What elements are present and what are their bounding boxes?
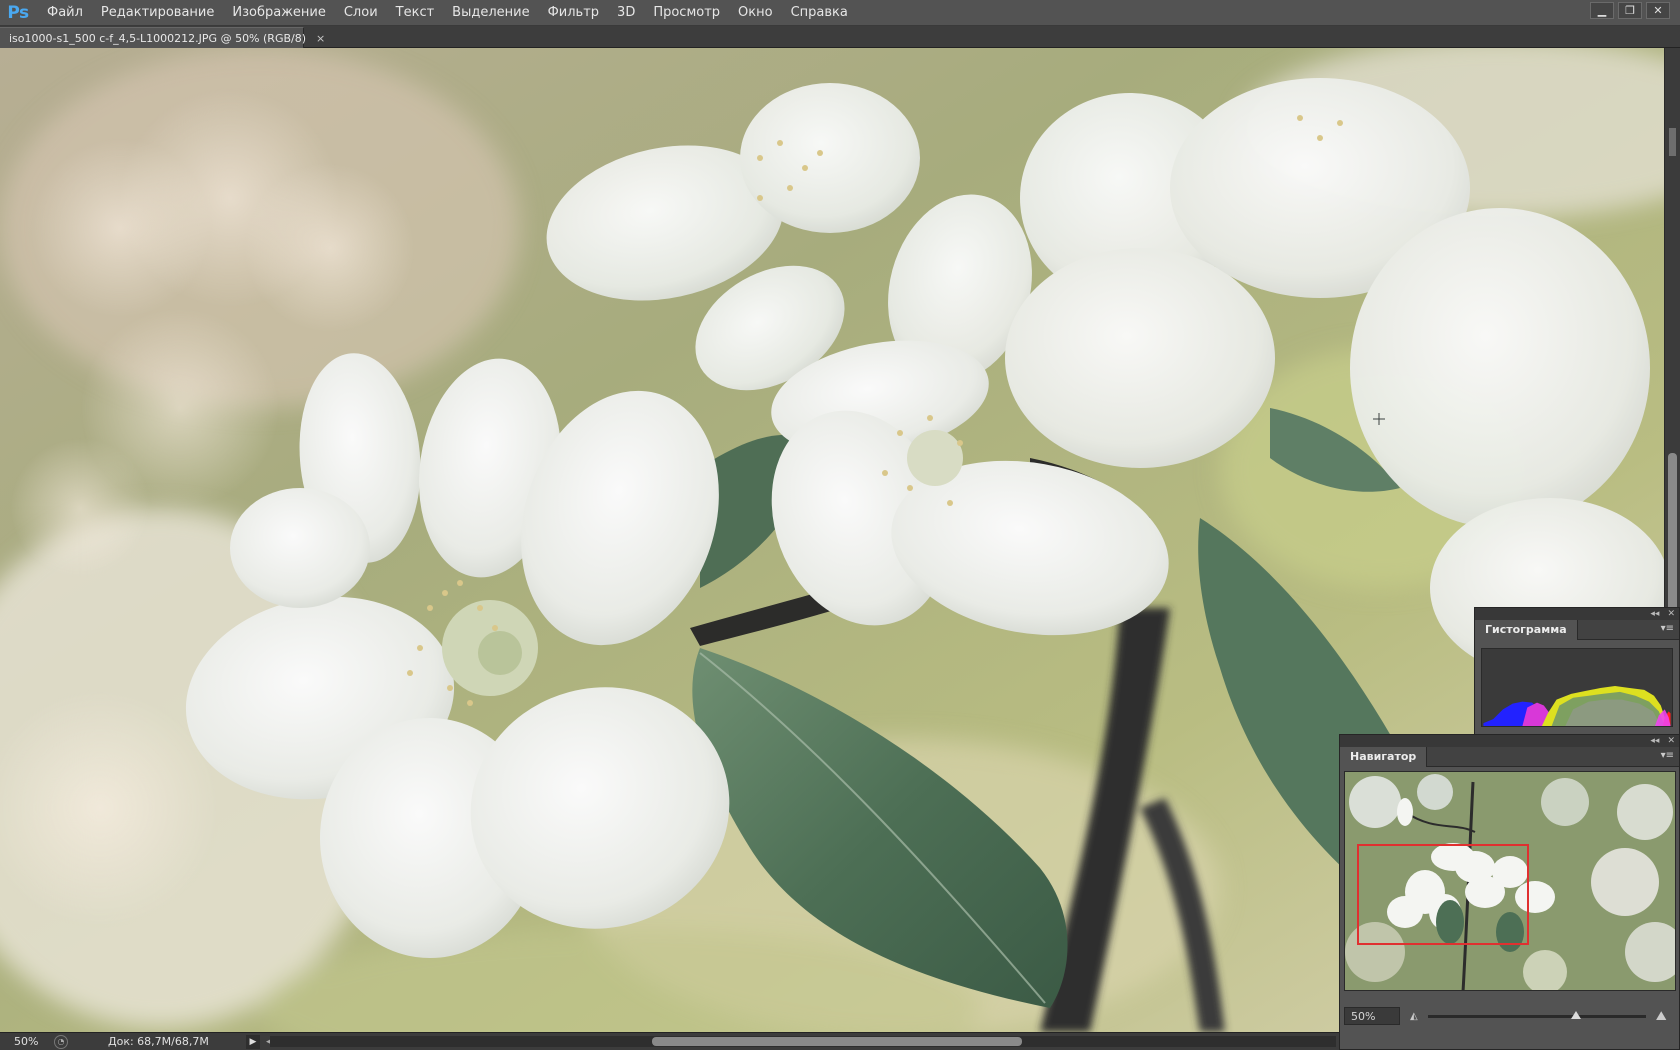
window-controls: ▁ ❐ ✕: [1590, 2, 1670, 19]
panel-menu-icon[interactable]: ▾≡: [1661, 750, 1674, 761]
panel-menu-icon[interactable]: ▾≡: [1661, 623, 1674, 634]
zoom-slider-knob[interactable]: [1570, 1010, 1581, 1019]
collapse-icon[interactable]: ◂◂: [1650, 736, 1659, 746]
zoom-out-icon[interactable]: ◭: [1410, 1011, 1418, 1022]
menu-file[interactable]: Файл: [38, 0, 92, 26]
histogram-panel: ◂◂ ✕ Гистограмма ▾≡ ⚠: [1474, 607, 1680, 735]
main-menu: Файл Редактирование Изображение Слои Тек…: [38, 0, 857, 26]
menu-filter[interactable]: Фильтр: [539, 0, 608, 26]
horizontal-scroll-thumb[interactable]: [652, 1037, 1022, 1046]
navigator-zoom-slider[interactable]: [1427, 1010, 1646, 1019]
horizontal-scrollbar[interactable]: [270, 1036, 1336, 1047]
tab-navigator[interactable]: Навигатор: [1340, 747, 1428, 767]
scroll-marker: [1669, 128, 1676, 156]
navigator-panel-header: ◂◂ ✕: [1340, 735, 1679, 747]
histogram-graph: [1481, 648, 1673, 727]
histogram-body: ⚠: [1475, 640, 1679, 734]
close-tab-icon[interactable]: ×: [316, 32, 325, 45]
minimize-button[interactable]: ▁: [1590, 2, 1614, 19]
histogram-panel-header: ◂◂ ✕: [1475, 608, 1679, 620]
zoom-level-field[interactable]: 50%: [0, 1035, 40, 1048]
restore-button[interactable]: ❐: [1618, 2, 1642, 19]
menu-edit[interactable]: Редактирование: [92, 0, 223, 26]
menu-view[interactable]: Просмотр: [644, 0, 729, 26]
menu-help[interactable]: Справка: [782, 0, 857, 26]
navigator-body: 50% ◭ ⛰: [1340, 767, 1679, 1037]
document-tab-bar: iso1000-s1_500 c-f_4,5-L1000212.JPG @ 50…: [0, 26, 1680, 48]
menu-bar: Ps Файл Редактирование Изображение Слои …: [0, 0, 1680, 26]
navigator-tab-bar: Навигатор ▾≡: [1340, 747, 1679, 767]
document-tab[interactable]: iso1000-s1_500 c-f_4,5-L1000212.JPG @ 50…: [0, 27, 325, 48]
zoom-in-icon[interactable]: ⛰: [1656, 1009, 1667, 1024]
proof-setup-icon[interactable]: ◔: [54, 1034, 68, 1049]
navigator-zoom-controls: 50% ◭ ⛰: [1340, 1005, 1680, 1027]
navigator-preview[interactable]: [1344, 771, 1676, 991]
app-logo[interactable]: Ps: [0, 0, 36, 26]
menu-3d[interactable]: 3D: [608, 0, 644, 26]
menu-layer[interactable]: Слои: [335, 0, 387, 26]
menu-window[interactable]: Окно: [729, 0, 782, 26]
document-tab-title: iso1000-s1_500 c-f_4,5-L1000212.JPG @ 50…: [9, 31, 307, 45]
navigator-thumbnail-image: [1345, 772, 1675, 990]
navigator-panel: ◂◂ ✕ Навигатор ▾≡ 50% ◭ ⛰: [1339, 734, 1680, 1050]
close-button[interactable]: ✕: [1646, 2, 1670, 19]
photoshop-window: Ps Файл Редактирование Изображение Слои …: [0, 0, 1680, 1050]
menu-image[interactable]: Изображение: [223, 0, 334, 26]
collapse-icon[interactable]: ◂◂: [1650, 609, 1659, 619]
histogram-tab-bar: Гистограмма ▾≡: [1475, 620, 1679, 640]
menu-select[interactable]: Выделение: [443, 0, 538, 26]
document-size: Док: 68,7M/68,7M: [108, 1035, 209, 1048]
close-panel-icon[interactable]: ✕: [1667, 609, 1675, 619]
menu-type[interactable]: Текст: [387, 0, 444, 26]
tab-histogram[interactable]: Гистограмма: [1475, 620, 1578, 640]
status-menu-arrow-icon[interactable]: ▶: [246, 1034, 260, 1049]
close-panel-icon[interactable]: ✕: [1667, 736, 1675, 746]
navigator-zoom-field[interactable]: 50%: [1344, 1007, 1400, 1025]
